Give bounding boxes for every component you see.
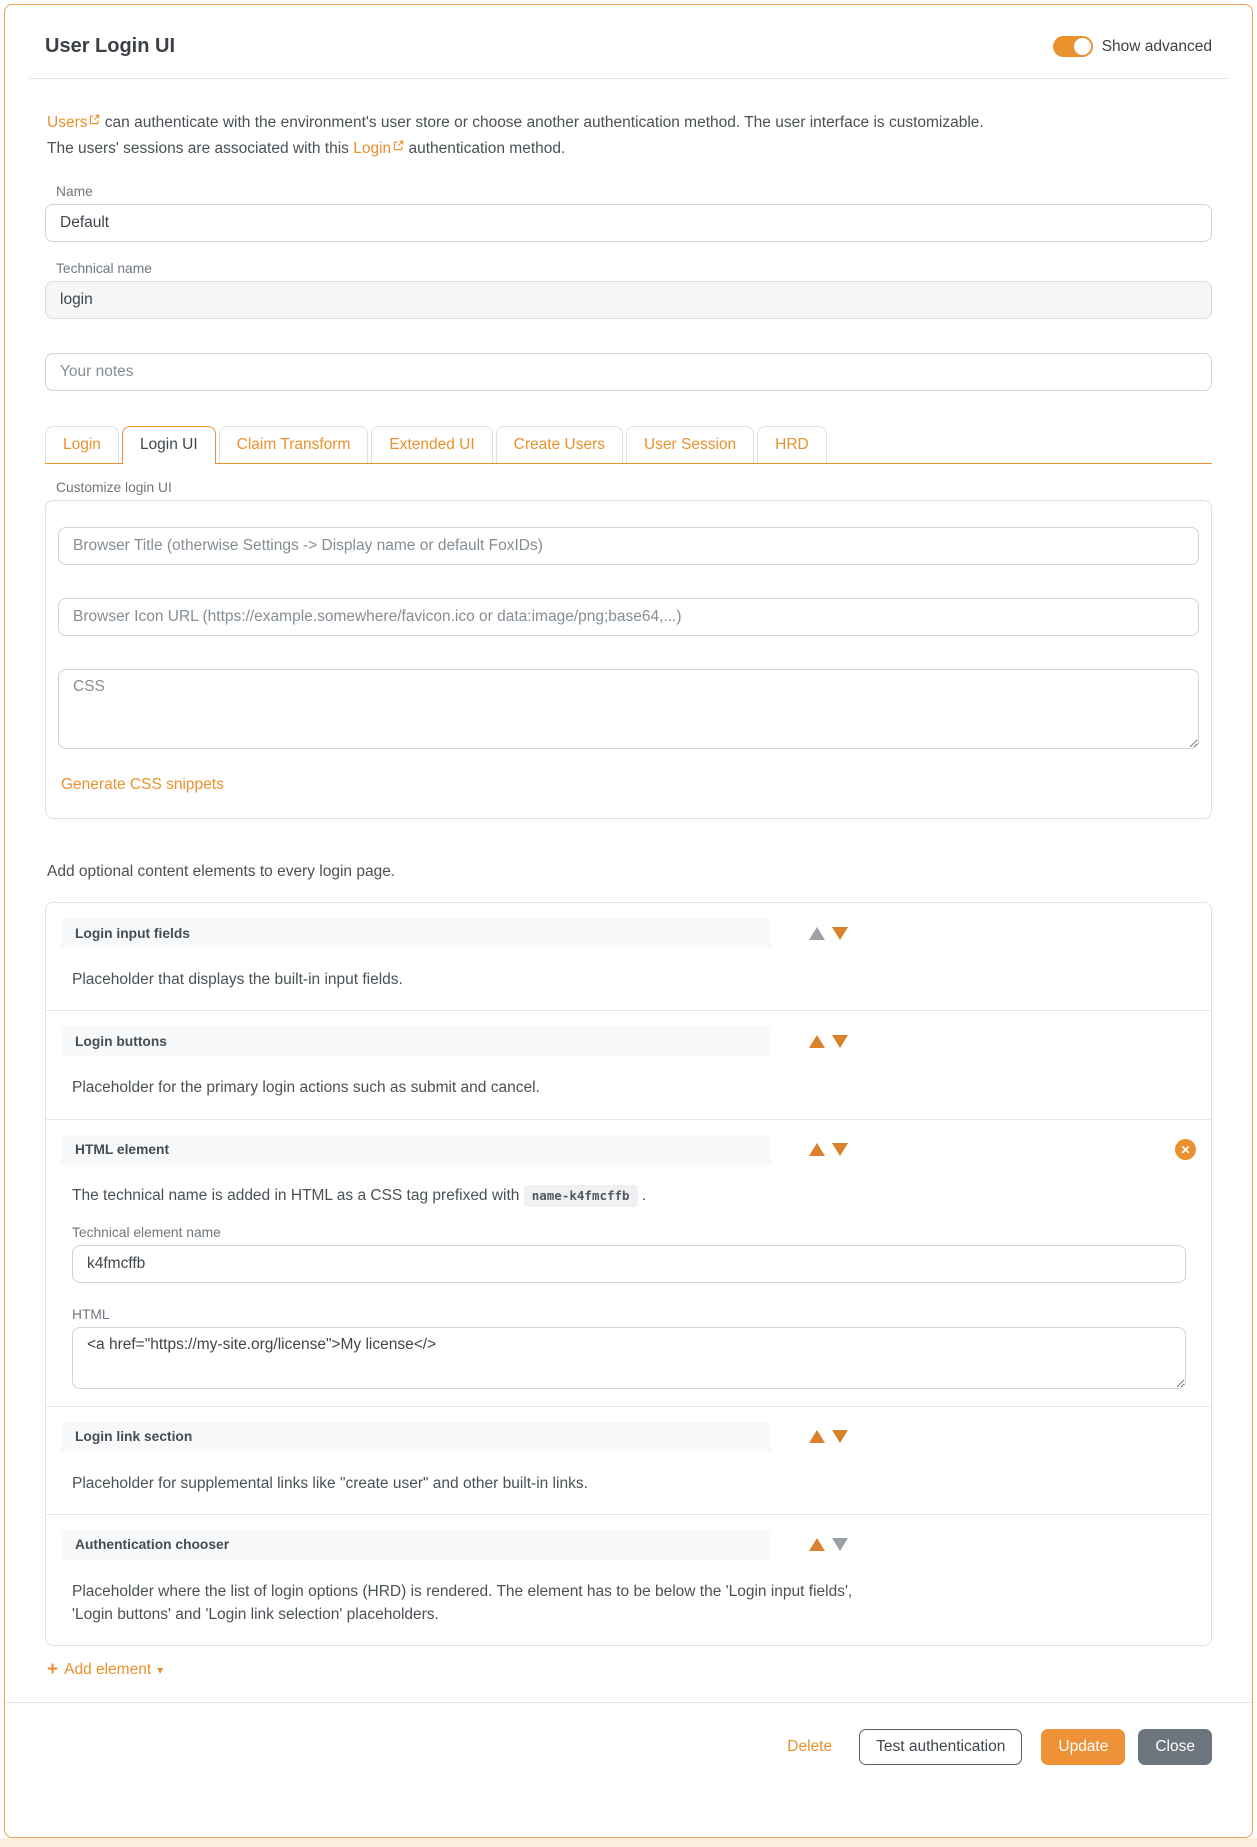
external-link-icon [89,109,100,133]
intro-text: Users can authenticate with the environm… [47,109,1212,161]
name-field-group: Name [45,184,1212,243]
move-up-icon[interactable] [809,1430,825,1444]
user-login-ui-card: User Login UI Show advanced Users can au… [4,4,1253,1838]
add-element-label: Add element [64,1660,152,1678]
element-header: Login link section [61,1421,1196,1452]
close-button[interactable]: Close [1138,1729,1212,1766]
elements-intro-text: Add optional content elements to every l… [47,863,396,881]
element-row-html-element: HTML element ✕ The technical name is add… [46,1120,1211,1407]
page-title: User Login UI [45,35,176,57]
move-down-icon [832,1538,848,1552]
tab-login-ui[interactable]: Login UI [121,426,216,465]
delete-link[interactable]: Delete [787,1738,832,1756]
tab-user-session[interactable]: User Session [625,426,755,464]
html-label: HTML [72,1306,110,1322]
test-authentication-button[interactable]: Test authentication [859,1729,1023,1766]
action-footer: Delete Test authentication Update Close [5,1702,1252,1795]
tab-create-users[interactable]: Create Users [495,426,623,464]
element-row-login-buttons: Login buttons Placeholder for the primar… [46,1011,1211,1120]
tab-login[interactable]: Login [45,426,119,464]
element-row-authentication-chooser: Authentication chooser Placeholder where… [46,1515,1211,1646]
css-tag-chip: name-k4fmcffb [523,1184,638,1207]
header-divider [29,78,1228,79]
login-link[interactable]: Login [353,140,404,157]
element-header: HTML element ✕ [61,1134,1196,1165]
element-header-bar: Login link section [61,1421,771,1452]
element-description: Placeholder where the list of login opti… [72,1582,853,1624]
toggle-knob-icon [1073,38,1091,55]
browser-icon-group [58,598,1199,637]
intro-line-2: The users' sessions are associated with … [47,135,1212,161]
browser-title-input[interactable] [58,527,1199,566]
notes-input[interactable] [45,353,1212,392]
css-textarea[interactable] [58,669,1199,750]
generate-css-snippets-link[interactable]: Generate CSS snippets [61,776,224,794]
move-down-icon[interactable] [832,1034,848,1048]
users-link[interactable]: Users [47,114,100,131]
move-up-icon[interactable] [809,1143,825,1157]
move-up-icon [809,926,825,940]
tab-bar: Login Login UI Claim Transform Extended … [45,426,1212,465]
technical-name-field-group: Technical name [45,261,1212,320]
content-elements-list: Login input fields Placeholder that disp… [45,902,1212,1647]
element-row-login-input-fields: Login input fields Placeholder that disp… [46,903,1211,1012]
element-description: Placeholder for the primary login action… [72,1079,540,1097]
technical-name-input [45,281,1212,320]
move-up-icon[interactable] [809,1034,825,1048]
customize-login-ui-label: Customize login UI [56,480,172,496]
element-description: Placeholder for supplemental links like … [72,1474,588,1492]
plus-icon: + [47,1659,59,1681]
tab-hrd[interactable]: HRD [757,426,827,464]
intro-line-1: Users can authenticate with the environm… [47,109,1212,135]
move-down-icon[interactable] [832,926,848,940]
html-textarea[interactable]: <a href="https://my-site.org/license">My… [72,1326,1186,1389]
element-header: Login input fields [61,918,1196,949]
remove-element-icon[interactable]: ✕ [1175,1139,1196,1161]
technical-element-name-label: Technical element name [72,1224,221,1240]
caret-down-icon: ▾ [157,1662,164,1677]
tab-extended-ui[interactable]: Extended UI [371,426,493,464]
element-header: Authentication chooser [61,1529,1196,1560]
element-description: Placeholder that displays the built-in i… [72,971,403,989]
show-advanced-label: Show advanced [1101,37,1212,55]
show-advanced-control: Show advanced [1052,36,1212,57]
reorder-controls [809,926,848,940]
external-link-icon [393,135,404,159]
reorder-controls [809,1143,848,1157]
show-advanced-toggle[interactable] [1052,36,1093,57]
tab-claim-transform[interactable]: Claim Transform [218,426,369,464]
update-button[interactable]: Update [1041,1729,1126,1766]
move-down-icon[interactable] [832,1430,848,1444]
element-header-bar: Authentication chooser [61,1529,771,1560]
browser-icon-url-input[interactable] [58,598,1199,637]
element-header: Login buttons [61,1026,1196,1057]
name-label: Name [56,184,93,200]
reorder-controls [809,1538,848,1552]
element-header-bar: Login buttons [61,1026,771,1057]
name-input[interactable] [45,204,1212,243]
move-up-icon[interactable] [809,1538,825,1552]
reorder-controls [809,1034,848,1048]
notes-field-group [45,353,1212,392]
element-header-bar: Login input fields [61,918,771,949]
page-bottom-strip [0,1838,1257,1847]
move-down-icon[interactable] [832,1143,848,1157]
element-row-login-link-section: Login link section Placeholder for suppl… [46,1407,1211,1515]
technical-name-label: Technical name [56,261,152,277]
reorder-controls [809,1430,848,1444]
technical-element-name-input[interactable] [72,1244,1186,1283]
browser-title-group [58,527,1199,566]
element-header-bar: HTML element [61,1134,771,1165]
css-group [58,669,1199,750]
add-element-button[interactable]: + Add element ▾ [47,1660,163,1679]
customize-panel: Generate CSS snippets [45,500,1212,820]
card-header: User Login UI Show advanced [45,35,1212,58]
technical-element-name-group: Technical element name [72,1225,1186,1283]
technical-name-note: The technical name is added in HTML as a… [72,1184,1186,1207]
html-group: HTML <a href="https://my-site.org/licens… [72,1307,1186,1389]
close-x-glyph: ✕ [1180,1142,1191,1157]
